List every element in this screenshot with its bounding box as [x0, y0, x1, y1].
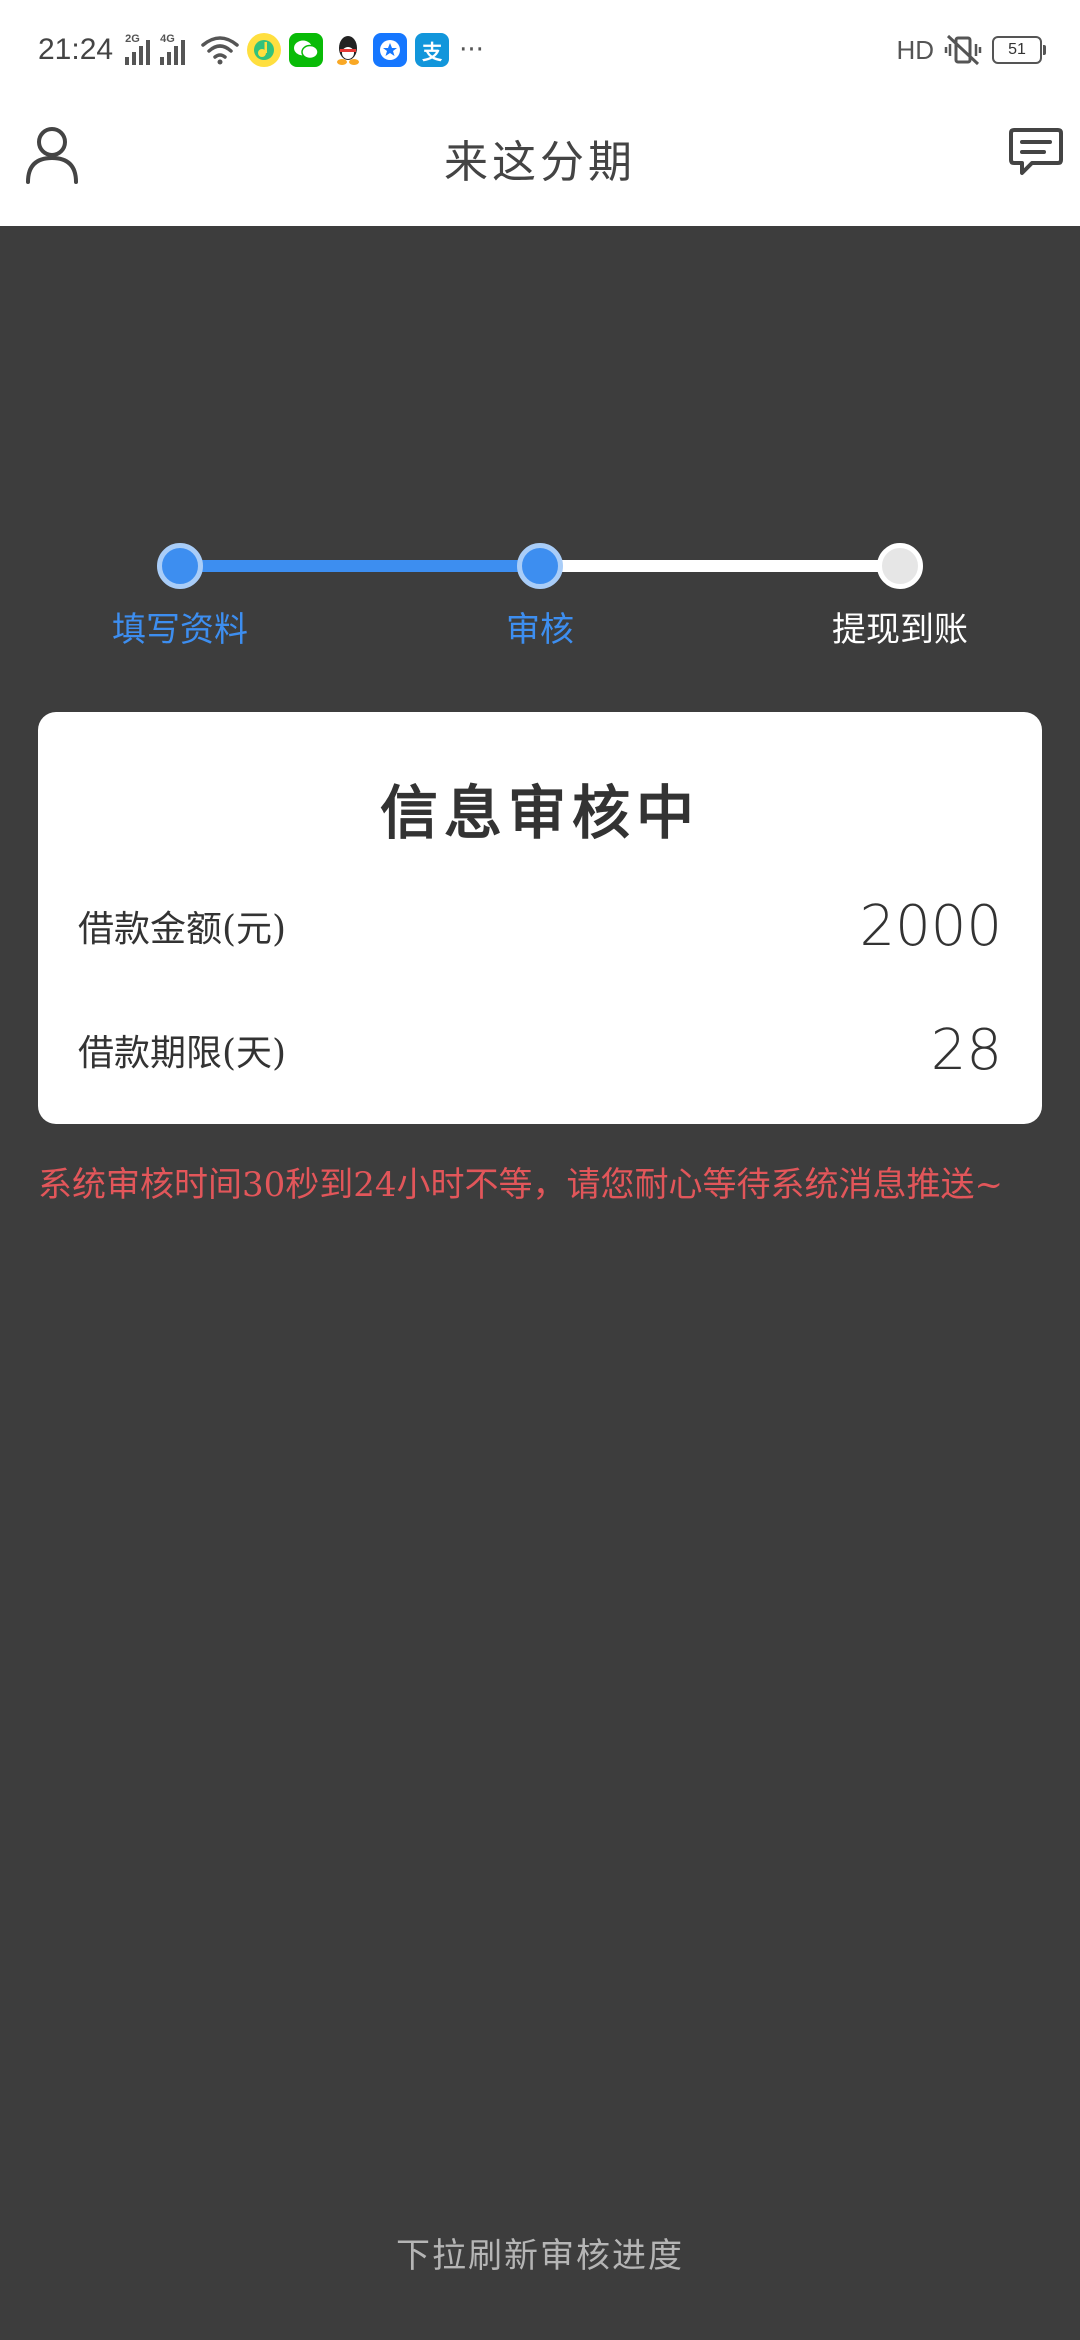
wechat-icon: [289, 33, 324, 67]
status-right: HD 51: [896, 34, 1046, 66]
app-header: 来这分期: [0, 100, 1080, 226]
step-line-2: [540, 560, 900, 572]
pull-to-refresh-hint: 下拉刷新审核进度: [396, 2236, 684, 2276]
more-notifications-icon: ···: [459, 35, 484, 65]
card-title: 信息审核中: [379, 779, 700, 847]
qq-icon: [331, 33, 365, 67]
step-dot-review: [517, 543, 563, 589]
loan-term-value: 28: [930, 1017, 1002, 1083]
battery-level: 51: [1008, 41, 1026, 58]
step-label-withdraw: 提现到账: [832, 610, 968, 650]
step-label-fill-info: 填写资料: [112, 610, 248, 650]
status-bar: 21:24 2G 4G 支 ··· HD 51: [0, 0, 1080, 100]
review-notice: 系统审核时间30秒到24小时不等，请您耐心等待系统消息推送~: [38, 1165, 1004, 1205]
signal-2g-icon: 2G: [125, 33, 151, 65]
alipay-icon: 支: [415, 33, 450, 67]
app-star-icon: [373, 33, 408, 67]
hd-indicator: HD: [896, 34, 934, 65]
loan-term-row: 借款期限(天) 28: [78, 1010, 1002, 1090]
signal-2g-label: 2G: [125, 33, 140, 45]
step-line-1: [180, 560, 540, 572]
step-label-review: 审核: [506, 610, 574, 650]
progress-steps: 填写资料 审核 提现到账: [0, 530, 1080, 670]
qq-music-icon: [247, 33, 282, 67]
signal-4g-icon: 4G: [160, 33, 186, 65]
loan-amount-row: 借款金额(元) 2000: [78, 886, 1002, 966]
message-button[interactable]: [1008, 126, 1064, 178]
step-dot-fill-info: [157, 543, 203, 589]
message-icon: [1009, 128, 1063, 175]
page-title: 来这分期: [444, 137, 636, 188]
status-time: 21:24: [38, 33, 114, 66]
signal-4g-label: 4G: [160, 33, 175, 45]
battery-icon: 51: [992, 36, 1046, 64]
loan-amount-value: 2000: [859, 893, 1002, 959]
loan-amount-label: 借款金额(元): [78, 909, 287, 950]
loan-term-label: 借款期限(天): [78, 1033, 287, 1074]
vibrate-icon: [944, 34, 982, 66]
wifi-icon: [201, 36, 239, 65]
step-dot-withdraw: [877, 543, 923, 589]
review-status-card: 信息审核中 借款金额(元) 2000 借款期限(天) 28: [38, 712, 1042, 1124]
